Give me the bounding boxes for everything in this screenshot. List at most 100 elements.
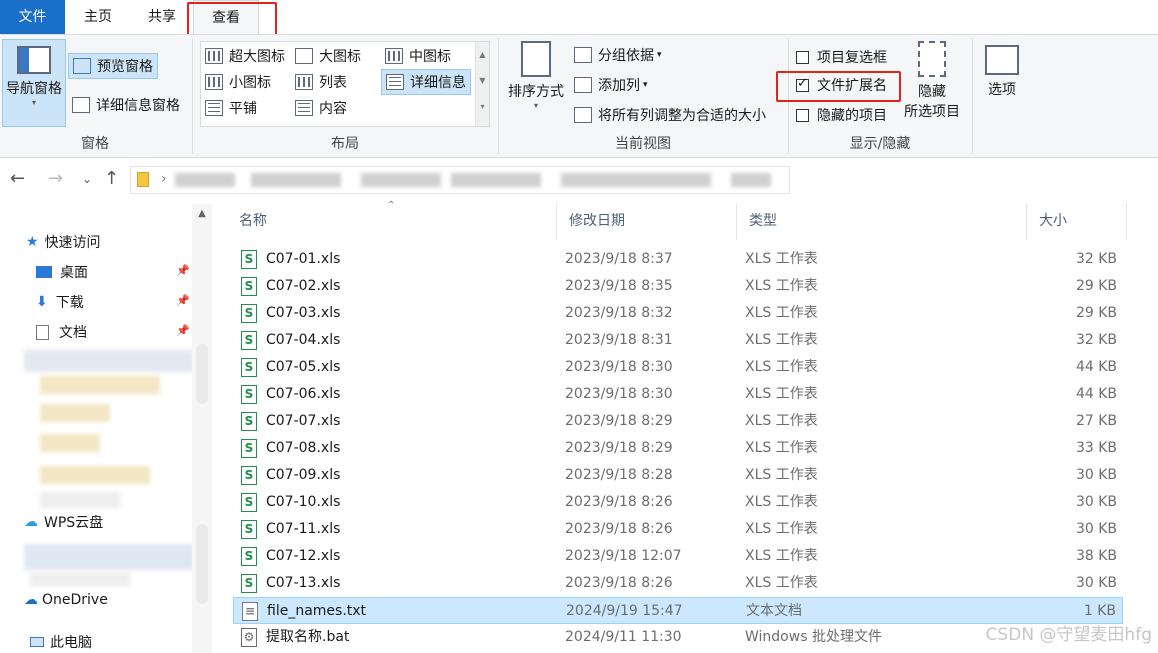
column-header-modified[interactable]: 修改日期 [557,204,737,240]
group-by-icon [574,47,592,63]
nav-desktop[interactable]: 桌面 [36,262,88,282]
nav-pane-label: 导航窗格 [6,81,62,97]
pin-icon: 📌 [176,264,190,277]
layout-label: 小图标 [229,75,271,91]
item-checkboxes-checkbox[interactable] [796,50,809,64]
nav-label: OneDrive [42,592,108,608]
nav-quick-access[interactable]: ★ 快速访问 [26,232,101,252]
layout-extra-large-icons[interactable]: 超大图标 [205,46,285,66]
file-row[interactable]: S C07-06.xls 2023/9/18 8:30 XLS 工作表 44 KB [233,381,1123,408]
nav-wps-cloud[interactable]: ☁ WPS云盘 [24,512,103,532]
nav-pane-button[interactable]: 导航窗格 ▾ [2,39,66,127]
column-header-size[interactable]: 大小 [1027,204,1127,240]
file-name: 提取名称.bat [266,629,350,645]
file-row[interactable]: S C07-11.xls 2023/9/18 8:26 XLS 工作表 30 KB [233,516,1123,543]
tab-home[interactable]: 主页 [70,0,126,34]
up-arrow-icon[interactable]: ↑ [104,168,119,189]
size-all-columns-label: 将所有列调整为合适的大小 [598,108,766,124]
star-icon: ★ [26,234,39,250]
nav-onedrive[interactable]: ☁ OneDrive [24,592,108,608]
scrollbar-thumb[interactable] [196,344,208,404]
file-name: C07-03.xls [266,305,341,321]
xls-file-icon: S [241,358,257,377]
file-size: 30 KB [1075,494,1117,510]
medium-icons-icon [385,48,403,64]
file-row[interactable]: S C07-08.xls 2023/9/18 8:29 XLS 工作表 33 KB [233,435,1123,462]
file-name: C07-05.xls [266,359,341,375]
layout-details[interactable]: 详细信息 [381,69,471,95]
file-size: 44 KB [1075,359,1117,375]
layout-medium-icons[interactable]: 中图标 [385,46,451,66]
layout-content[interactable]: 内容 [295,98,347,118]
nav-label: WPS云盘 [44,515,104,531]
layout-small-icons[interactable]: 小图标 [205,72,271,92]
details-pane-button[interactable]: 详细信息窗格 [72,95,180,115]
file-type: Windows 批处理文件 [745,629,882,645]
hide-selected-items-button[interactable]: 隐藏 所选项目 [900,41,964,121]
item-checkboxes-toggle[interactable]: 项目复选框 [796,47,887,67]
tab-share[interactable]: 共享 [136,0,188,34]
redacted-nav-item [40,376,160,394]
back-arrow-icon[interactable]: ← [10,168,25,189]
file-name: C07-06.xls [266,386,341,402]
group-by-button[interactable]: 分组依据 ▾ [574,45,662,65]
file-row[interactable]: S C07-12.xls 2023/9/18 12:07 XLS 工作表 38 KB [233,543,1123,570]
tab-file[interactable]: 文件 [0,0,65,34]
xls-file-icon: S [241,439,257,458]
pin-icon: 📌 [176,324,190,337]
file-name: file_names.txt [267,603,367,619]
file-type: XLS 工作表 [745,440,818,456]
xls-file-icon: S [241,466,257,485]
layout-tiles[interactable]: 平铺 [205,98,257,118]
file-type: XLS 工作表 [745,386,818,402]
file-row[interactable]: S C07-04.xls 2023/9/18 8:31 XLS 工作表 32 KB [233,327,1123,354]
file-row[interactable]: S C07-03.xls 2023/9/18 8:32 XLS 工作表 29 KB [233,300,1123,327]
file-row[interactable]: S C07-09.xls 2023/9/18 8:28 XLS 工作表 30 KB [233,462,1123,489]
file-size: 29 KB [1075,278,1117,294]
recent-locations-chevron-icon[interactable]: ⌄ [82,172,92,186]
file-row[interactable]: S C07-07.xls 2023/9/18 8:29 XLS 工作表 27 KB [233,408,1123,435]
layout-large-icons[interactable]: 大图标 [295,46,361,66]
hidden-items-toggle[interactable]: 隐藏的项目 [796,105,887,125]
sort-by-button[interactable]: 排序方式 ▾ [504,41,568,110]
size-all-columns-button[interactable]: 将所有列调整为合适的大小 [574,105,766,125]
preview-pane-icon [73,58,91,74]
file-row[interactable]: S C07-10.xls 2023/9/18 8:26 XLS 工作表 30 KB [233,489,1123,516]
group-label-layout: 布局 [331,136,359,152]
layout-list[interactable]: 列表 [295,72,347,92]
address-input[interactable]: › [130,166,790,194]
nav-downloads[interactable]: ⬇ 下载 [36,292,84,312]
file-row[interactable]: S C07-01.xls 2023/9/18 8:37 XLS 工作表 32 KB [233,246,1123,273]
hidden-items-checkbox[interactable] [796,108,809,122]
size-columns-icon [574,107,592,123]
column-header-name[interactable]: 名称 [227,204,557,240]
nav-documents[interactable]: 文档 [36,322,87,342]
file-type: XLS 工作表 [745,332,818,348]
file-row[interactable]: S C07-13.xls 2023/9/18 8:26 XLS 工作表 30 KB [233,570,1123,597]
file-modified-date: 2023/9/18 8:29 [565,440,673,456]
file-name: C07-07.xls [266,413,341,429]
content-icon [295,100,313,116]
redacted-path [561,173,711,187]
hidden-items-label: 隐藏的项目 [817,108,887,124]
cloud-icon: ☁ [24,514,38,530]
nav-this-pc[interactable]: 此电脑 [30,632,92,652]
column-header-type[interactable]: 类型 [737,204,1027,240]
nav-label: 下载 [55,295,84,311]
redacted-nav-item [24,350,194,372]
nav-pane-scrollbar[interactable]: ▲ [192,204,212,653]
options-button[interactable]: 选项 [974,45,1030,99]
layout-gallery-scroll[interactable]: ▲ ▼ ▾ [475,42,489,126]
forward-arrow-icon[interactable]: → [48,168,63,189]
file-size: 32 KB [1075,251,1117,267]
add-columns-button[interactable]: 添加列 ▾ [574,75,648,95]
scrollbar-track-segment[interactable] [196,524,208,604]
computer-icon [30,637,44,647]
preview-pane-button[interactable]: 预览窗格 [68,53,158,79]
file-row[interactable]: S C07-05.xls 2023/9/18 8:30 XLS 工作表 44 KB [233,354,1123,381]
redacted-nav-item [40,404,110,422]
scroll-up-icon[interactable]: ▲ [192,208,212,219]
file-size: 32 KB [1075,332,1117,348]
details-pane-icon [72,97,90,113]
file-row[interactable]: S C07-02.xls 2023/9/18 8:35 XLS 工作表 29 KB [233,273,1123,300]
